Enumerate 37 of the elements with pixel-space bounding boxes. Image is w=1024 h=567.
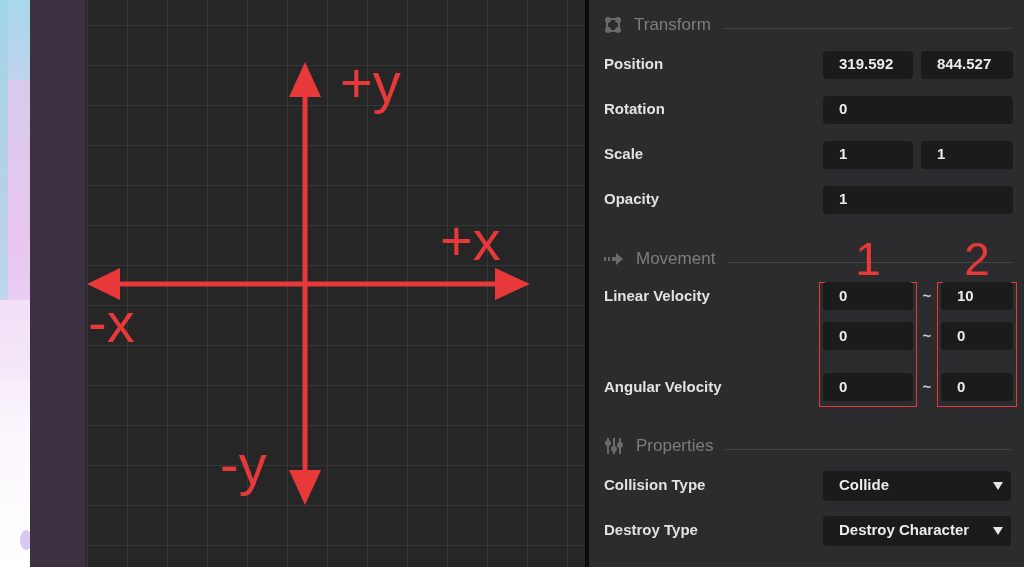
field-label: Destroy Type — [604, 520, 699, 541]
range-separator: ~ — [922, 325, 932, 346]
caret-icon — [993, 481, 1003, 490]
input-field[interactable]: 0 — [823, 282, 913, 310]
field-label: Rotation — [604, 99, 666, 120]
arrow-icon — [604, 250, 624, 268]
input-field[interactable]: 0 — [941, 322, 1013, 350]
field-label: Angular Velocity — [604, 376, 723, 397]
sliders-icon — [604, 437, 624, 455]
input-field[interactable]: 1 — [921, 140, 1013, 169]
input-field[interactable]: 10 — [941, 282, 1013, 310]
field-label: Position — [604, 54, 665, 75]
field-label: Collision Type — [604, 475, 707, 496]
range-separator: ~ — [922, 376, 932, 397]
input-field[interactable]: 1 — [823, 140, 913, 169]
input-field[interactable]: 0 — [823, 373, 913, 401]
transform-icon — [604, 16, 622, 34]
field-label: Opacity — [604, 189, 661, 210]
input-field[interactable]: 1 — [823, 185, 1013, 214]
field-label: Scale — [604, 144, 645, 165]
input-field[interactable]: 0 — [823, 322, 913, 350]
axis-label: +x — [440, 213, 501, 269]
input-field[interactable]: 0 — [823, 95, 1013, 124]
input-field[interactable]: 844.527 — [921, 50, 1013, 79]
select-field[interactable]: Destroy Character — [823, 515, 1011, 546]
annotation-number: 2 — [964, 236, 990, 282]
input-field[interactable]: 319.592 — [823, 50, 913, 79]
section-title: Transform — [634, 14, 711, 37]
select-field[interactable]: Collide — [823, 470, 1011, 501]
range-separator: ~ — [922, 285, 932, 306]
caret-icon — [993, 526, 1003, 535]
section-title: Properties — [636, 435, 714, 458]
field-label: Linear Velocity — [604, 285, 711, 306]
annotation-number: 1 — [855, 236, 881, 282]
axis-label: -x — [88, 295, 135, 351]
section-title: Movement — [636, 248, 716, 271]
input-field[interactable]: 0 — [941, 373, 1013, 401]
